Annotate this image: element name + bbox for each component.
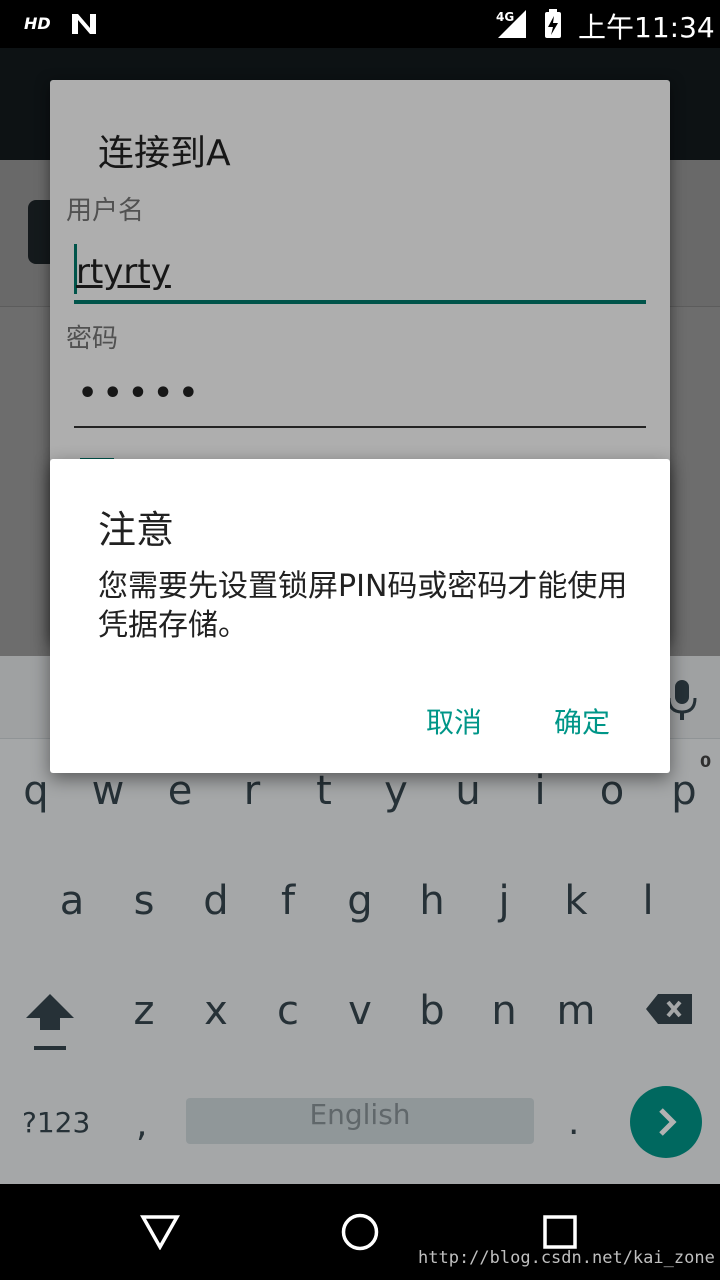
alert-message: 您需要先设置锁屏PIN码或密码才能使用凭据存储。 — [98, 569, 628, 643]
notification-n-icon — [72, 14, 96, 34]
battery-charging-icon — [545, 9, 561, 38]
ok-button[interactable]: 确定 — [554, 701, 610, 741]
alert-title: 注意 — [98, 508, 175, 552]
alert-dialog: 注意 您需要先设置锁屏PIN码或密码才能使用凭据存储。 取消 确定 — [50, 459, 670, 773]
status-bar: HD 4G 上午11:34 — [0, 0, 720, 48]
recents-icon[interactable] — [542, 1214, 578, 1250]
cancel-button[interactable]: 取消 — [426, 701, 482, 741]
network-type: 4G — [496, 10, 515, 24]
watermark-text: http://blog.csdn.net/kai_zone — [418, 1248, 715, 1268]
navigation-bar: http://blog.csdn.net/kai_zone — [0, 1184, 720, 1280]
hd-indicator: HD — [24, 14, 51, 33]
back-icon[interactable] — [140, 1214, 180, 1250]
home-icon[interactable] — [340, 1212, 380, 1252]
clock: 上午11:34 — [578, 11, 715, 44]
